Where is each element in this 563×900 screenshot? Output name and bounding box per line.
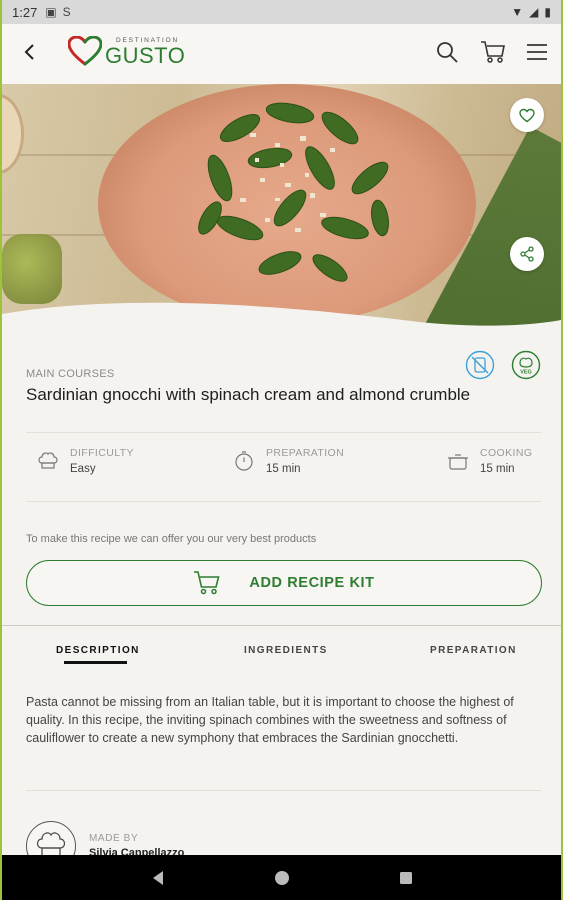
status-indicators: ▼ ◢ ▮	[511, 5, 551, 19]
gluten-free-icon	[465, 350, 495, 380]
nav-recents-button[interactable]	[394, 866, 418, 890]
add-recipe-kit-button[interactable]: ADD RECIPE KIT	[26, 560, 542, 606]
system-navigation-bar	[2, 855, 561, 900]
hero-wave-divider	[2, 302, 561, 329]
cooking-label: COOKING	[480, 447, 533, 459]
tab-preparation[interactable]: PREPARATION	[430, 645, 517, 656]
pot-icon	[448, 454, 468, 470]
difficulty-value: Easy	[70, 463, 96, 475]
notification-icon: ▣	[45, 5, 57, 19]
wifi-icon: ▼	[511, 5, 524, 19]
cart-icon	[194, 571, 220, 595]
recipe-description: Pasta cannot be missing from an Italian …	[26, 695, 514, 745]
divider	[26, 790, 541, 791]
active-tab-indicator	[64, 661, 127, 664]
preparation-value: 15 min	[266, 463, 301, 475]
triangle-back-icon	[152, 870, 163, 885]
cart-button[interactable]	[479, 38, 507, 66]
share-button[interactable]	[510, 237, 544, 271]
heart-logo-icon	[68, 36, 102, 66]
back-arrow-icon	[24, 44, 34, 60]
preparation-info: PREPARATION 15 min	[232, 447, 344, 475]
difficulty-label: DIFFICULTY	[70, 447, 134, 459]
app-header: DESTINATION GUSTO	[2, 24, 561, 84]
preparation-label: PREPARATION	[266, 447, 345, 459]
cooking-info: COOKING 15 min	[446, 447, 532, 475]
timer-icon	[235, 451, 253, 471]
made-by-label: MADE BY	[89, 833, 139, 844]
circle-home-icon	[274, 870, 289, 885]
share-icon	[520, 246, 534, 262]
search-button[interactable]	[433, 38, 461, 66]
signal-icon: ◢	[529, 5, 539, 19]
tabs-separator	[2, 625, 561, 626]
recipe-kit-offer-text: To make this recipe we can offer you our…	[26, 533, 317, 545]
search-icon	[437, 42, 458, 63]
veg-badge-text: VEG	[520, 370, 532, 376]
cooking-value: 15 min	[480, 463, 515, 475]
hamburger-menu-icon	[527, 44, 547, 60]
tab-description[interactable]: DESCRIPTION	[56, 645, 140, 656]
status-time: 1:27	[12, 4, 38, 20]
status-bar: 1:27 ▣ S ▼ ◢ ▮	[2, 0, 561, 24]
add-recipe-kit-label: ADD RECIPE KIT	[249, 575, 375, 591]
recipe-title: Sardinian gnocchi with spinach cream and…	[26, 385, 471, 404]
recipe-hero-image	[2, 84, 561, 329]
vegetarian-icon: VEG	[511, 350, 541, 380]
nav-home-button[interactable]	[270, 866, 294, 890]
nav-back-button[interactable]	[146, 866, 170, 890]
recipe-info-row: DIFFICULTY Easy PREPARATION 15 min COOKI…	[2, 447, 561, 497]
recipe-category: MAIN COURSES	[26, 368, 115, 380]
difficulty-info: DIFFICULTY Easy	[36, 447, 134, 475]
chef-hat-icon	[38, 452, 58, 469]
app-frame: 1:27 ▣ S ▼ ◢ ▮ DESTINATION GUSTO MAIN CO…	[0, 0, 563, 900]
gnocchi-dish	[198, 102, 389, 282]
square-recents-icon	[399, 871, 412, 884]
brand-logo[interactable]: DESTINATION GUSTO	[68, 34, 186, 74]
tab-ingredients[interactable]: INGREDIENTS	[244, 645, 328, 656]
favorite-button[interactable]	[510, 98, 544, 132]
heart-icon	[519, 108, 535, 122]
app-notification-icon: S	[62, 5, 71, 19]
logo-gusto-text: GUSTO	[105, 43, 186, 68]
battery-icon: ▮	[544, 5, 551, 19]
divider	[26, 432, 541, 433]
menu-button[interactable]	[523, 38, 551, 66]
cart-icon	[481, 41, 505, 63]
back-button[interactable]	[16, 38, 44, 66]
divider	[26, 501, 541, 502]
diet-badges: VEG	[465, 350, 541, 380]
